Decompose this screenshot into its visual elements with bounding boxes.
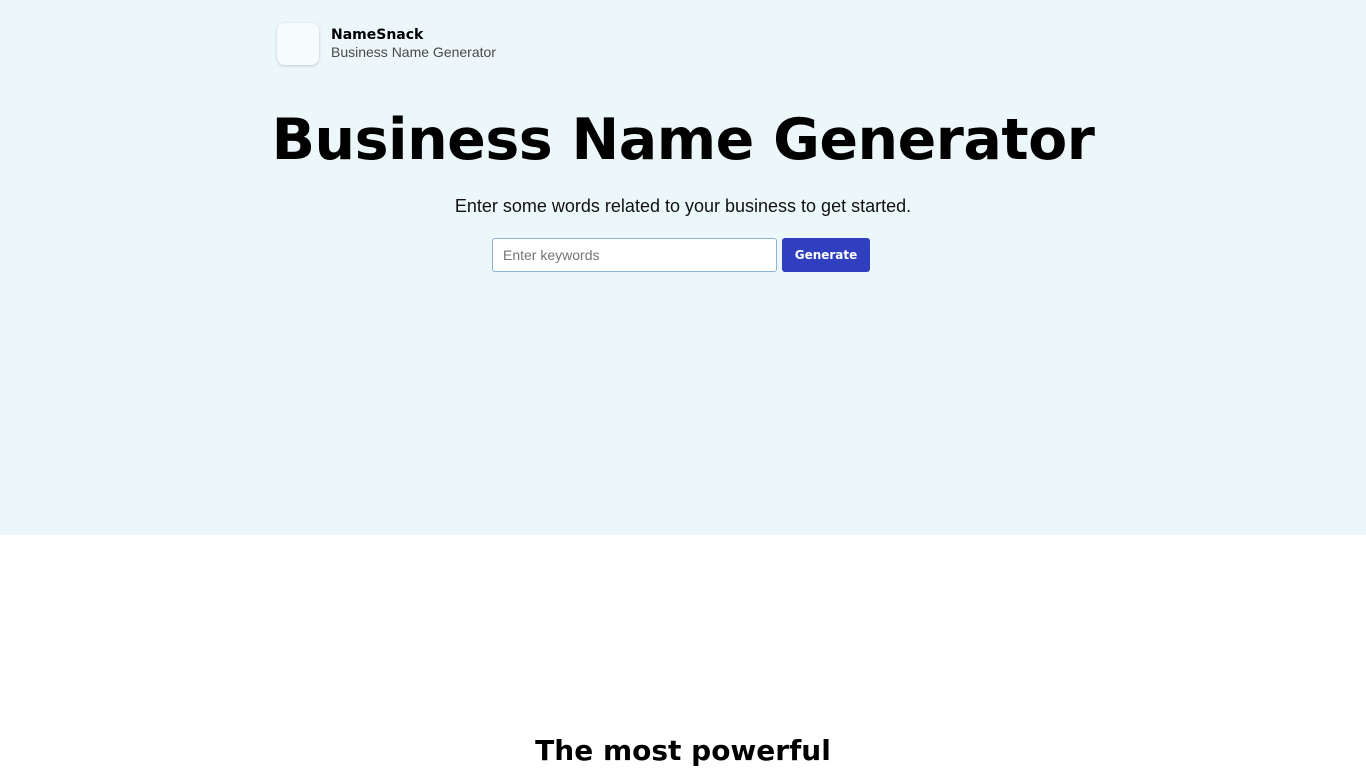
brand-name: NameSnack xyxy=(331,27,424,43)
logo-icon xyxy=(277,23,319,65)
page-title: Business Name Generator xyxy=(271,107,1095,173)
keywords-input[interactable] xyxy=(492,238,777,272)
brand-header[interactable]: NameSnack Business Name Generator xyxy=(277,23,496,65)
brand-text: NameSnack Business Name Generator xyxy=(331,27,496,61)
keyword-form: Generate xyxy=(492,238,870,272)
section-title: The most powerful xyxy=(535,734,831,767)
generate-button[interactable]: Generate xyxy=(782,238,870,272)
page-subtitle: Enter some words related to your busines… xyxy=(454,196,912,216)
hero-section: NameSnack Business Name Generator Busine… xyxy=(0,0,1366,535)
brand-tagline: Business Name Generator xyxy=(331,44,496,60)
